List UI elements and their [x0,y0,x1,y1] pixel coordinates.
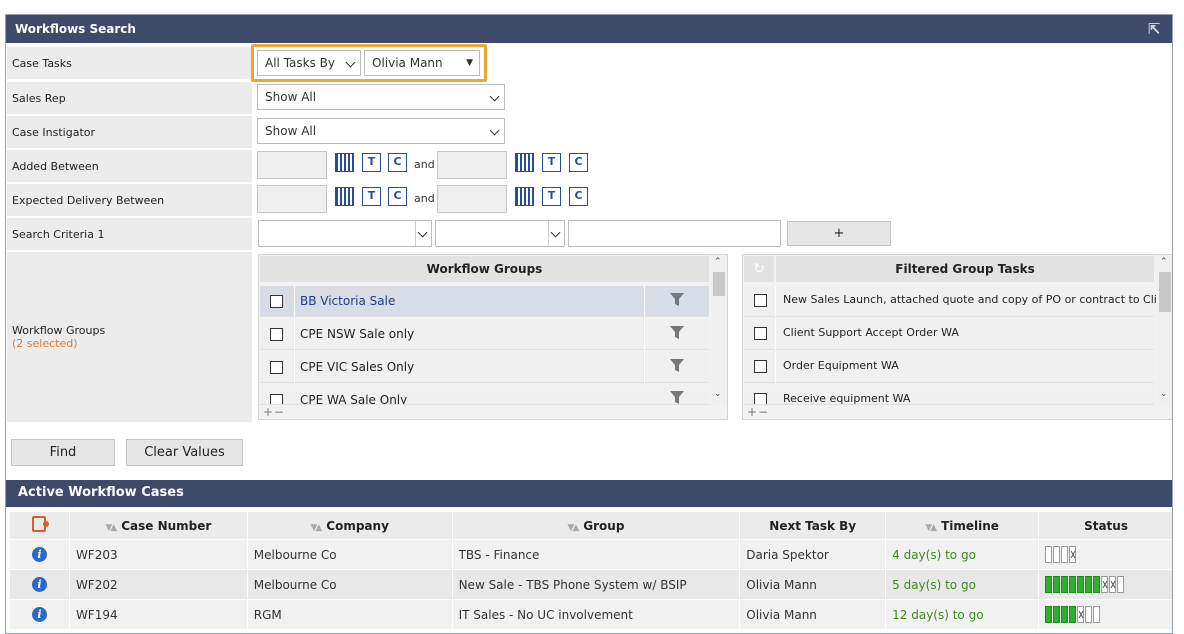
case-tasks-label: Case Tasks [7,47,252,79]
search-title: Workflows Search [15,22,136,36]
expand-collapse-control[interactable]: +− [263,405,285,419]
list-item[interactable]: CPE VIC Sales Only [260,352,709,383]
col-company[interactable]: ▼▲ Company [246,511,453,540]
clear-values-button[interactable]: Clear Values [126,439,243,466]
filter-icon[interactable] [670,391,684,405]
sales-rep-select[interactable]: Show All [257,84,505,110]
scroll-up-icon[interactable]: ⌃ [1160,257,1168,267]
case-instigator-select[interactable]: Show All [257,118,505,144]
checkbox[interactable] [754,327,767,340]
and-label: and [414,192,435,205]
col-status: Status [1038,511,1172,540]
info-icon[interactable]: i [31,607,47,622]
workflow-groups-label: Workflow Groups (2 selected) [7,252,252,422]
cases-table: ▼▲ Case Number ▼▲ Company ▼▲ Group Next Tas… [9,511,1172,630]
filter-icon[interactable] [670,293,684,307]
list-item[interactable]: BB Victoria Sale [260,286,709,317]
scrollbar-thumb[interactable] [713,272,725,296]
col-group[interactable]: ▼▲ Group [451,511,741,540]
clear-date-icon[interactable]: C [388,187,407,206]
today-icon[interactable]: T [542,153,561,172]
calendar-icon[interactable] [335,187,354,206]
col-timeline[interactable]: ▼▲ Timeline [885,511,1040,540]
filtered-tasks-header: Filtered Group Tasks [776,256,1154,282]
today-icon[interactable]: T [542,187,561,206]
delivery-from-date[interactable] [257,185,327,213]
added-from-date[interactable] [257,151,327,179]
sales-rep-label: Sales Rep [7,82,252,114]
info-icon[interactable]: i [31,547,47,562]
list-item[interactable]: Order Equipment WA [744,352,1154,383]
status-progress [1038,539,1172,570]
find-button[interactable]: Find [11,439,115,466]
today-icon[interactable]: T [362,153,381,172]
case-instigator-label: Case Instigator [7,116,252,148]
workflow-groups-list: Workflow Groups BB Victoria Sale CPE NSW… [258,254,728,420]
refresh-icon[interactable]: ↻ [744,256,774,282]
checkbox[interactable] [754,393,767,404]
scroll-down-icon[interactable]: ⌄ [714,389,722,399]
clear-date-icon[interactable]: C [388,153,407,172]
col-case-number[interactable]: ▼▲ Case Number [68,511,248,540]
checkbox[interactable] [270,328,283,341]
export-column[interactable] [9,511,70,540]
workflows-panel: Workflows Search ⇱ Case Tasks All Tasks … [5,14,1173,634]
expected-delivery-label: Expected Delivery Between [7,184,252,216]
clear-date-icon[interactable]: C [569,187,588,206]
active-cases-header: Active Workflow Cases [6,480,1172,507]
added-to-date[interactable] [437,151,507,179]
criteria-value-input[interactable] [568,220,781,247]
calendar-icon[interactable] [335,153,354,172]
chevron-down-icon [489,125,500,136]
checkbox[interactable] [270,295,283,308]
search-criteria-label: Search Criteria 1 [7,218,252,250]
list-item[interactable]: Receive equipment WA [744,385,1154,405]
checkbox[interactable] [270,394,283,404]
highlight-box [251,44,487,82]
checkbox[interactable] [270,361,283,374]
list-item[interactable]: CPE WA Sale Only [260,385,709,405]
sort-icon[interactable]: ▼▲ [105,523,117,533]
workflow-groups-header: Workflow Groups [260,256,709,282]
filtered-tasks-list: ↻ Filtered Group Tasks New Sales Launch,… [742,254,1172,420]
collapse-icon[interactable]: ⇱ [1146,21,1162,37]
filter-icon[interactable] [670,326,684,340]
list-item[interactable]: New Sales Launch, attached quote and cop… [744,286,1172,317]
sort-icon[interactable]: ▼▲ [310,523,322,533]
filter-icon[interactable] [670,359,684,373]
calendar-icon[interactable] [515,187,534,206]
scrollbar[interactable]: ⌃ ⌄ [711,255,727,405]
calendar-icon[interactable] [515,153,534,172]
sort-icon[interactable]: ▼▲ [567,523,579,533]
criteria-field-select[interactable] [258,220,432,247]
list-item[interactable]: CPE NSW Sale only [260,319,709,350]
chevron-down-icon [489,91,500,102]
criteria-operator-select[interactable] [435,220,565,247]
workflows-search-header: Workflows Search ⇱ [6,15,1172,43]
expand-collapse-control[interactable]: +− [747,405,769,419]
info-icon[interactable]: i [31,577,47,592]
selected-count: (2 selected) [12,337,78,350]
status-progress [1038,569,1172,600]
added-between-label: Added Between [7,150,252,182]
export-icon[interactable] [32,516,50,532]
table-row[interactable]: i WF194 RGM IT Sales - No UC involvement… [9,599,1172,630]
add-criteria-button[interactable]: + [787,221,891,246]
clear-date-icon[interactable]: C [569,153,588,172]
sort-icon[interactable]: ▼▲ [925,523,937,533]
scroll-down-icon[interactable]: ⌄ [1160,389,1168,399]
table-row[interactable]: i WF203 Melbourne Co TBS - Finance Daria… [9,539,1172,570]
scrollbar-thumb[interactable] [1159,272,1171,312]
scroll-up-icon[interactable]: ⌃ [714,257,722,267]
col-next-task-by[interactable]: Next Task By [739,511,887,540]
checkbox[interactable] [754,294,767,307]
delivery-to-date[interactable] [437,185,507,213]
scrollbar[interactable]: ⌃ ⌄ [1157,255,1172,405]
today-icon[interactable]: T [362,187,381,206]
status-progress [1038,599,1172,630]
list-item[interactable]: Client Support Accept Order WA [744,319,1154,350]
and-label: and [414,158,435,171]
table-row[interactable]: i WF202 Melbourne Co New Sale - TBS Phon… [9,569,1172,600]
checkbox[interactable] [754,360,767,373]
